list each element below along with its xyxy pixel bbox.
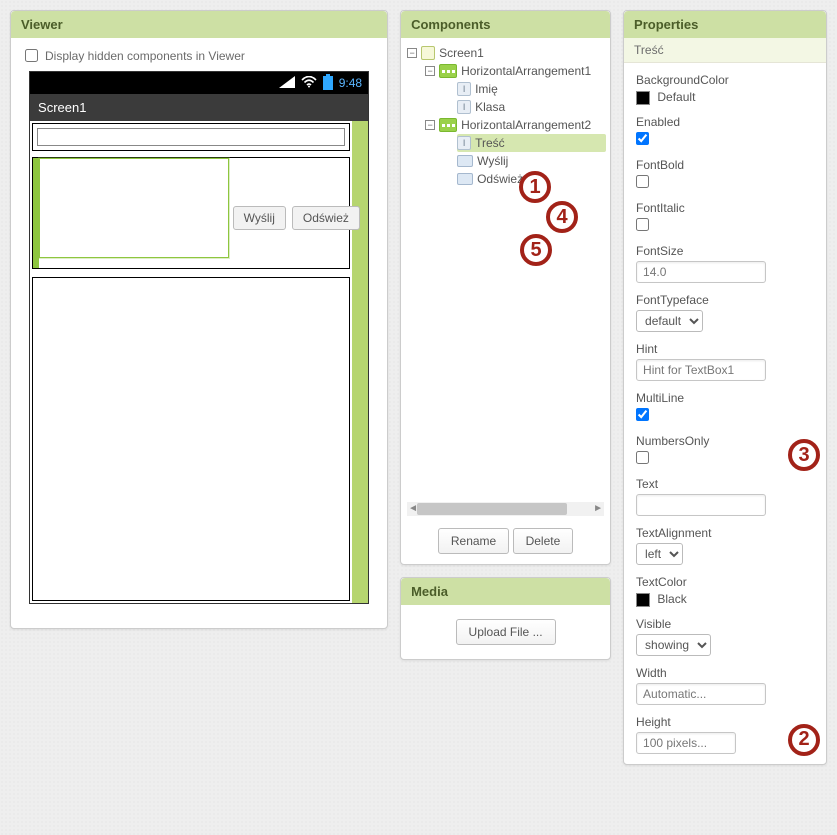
tree-node-wyslij[interactable]: Wyślij bbox=[457, 152, 606, 170]
enabled-checkbox[interactable] bbox=[636, 132, 649, 145]
viewer-header: Viewer bbox=[11, 11, 387, 38]
prop-visible: Visible showing bbox=[636, 617, 814, 656]
imie-input-preview[interactable] bbox=[37, 128, 345, 146]
prop-backgroundcolor[interactable]: BackgroundColor Default bbox=[636, 73, 814, 105]
prop-multiline: MultiLine bbox=[636, 391, 814, 424]
fontsize-input[interactable] bbox=[636, 261, 766, 283]
tree-node-imie[interactable]: I Imię bbox=[457, 80, 606, 98]
battery-icon bbox=[323, 76, 333, 90]
expander-icon[interactable]: − bbox=[425, 66, 435, 76]
prop-enabled: Enabled bbox=[636, 115, 814, 148]
expander-icon[interactable]: − bbox=[425, 120, 435, 130]
prop-numbersonly: NumbersOnly bbox=[636, 434, 814, 467]
tresc-textbox-preview[interactable] bbox=[39, 158, 229, 258]
media-panel: Media Upload File ... bbox=[400, 577, 611, 660]
textalignment-select[interactable]: left bbox=[636, 543, 683, 565]
display-hidden-label[interactable]: Display hidden components in Viewer bbox=[21, 46, 245, 65]
tree-node-screen[interactable]: − Screen1 bbox=[407, 44, 606, 62]
prop-textcolor[interactable]: TextColor Black bbox=[636, 575, 814, 607]
prop-text: Text bbox=[636, 477, 814, 516]
tree-node-ha1[interactable]: − HorizontalArrangement1 bbox=[425, 62, 606, 80]
visible-select[interactable]: showing bbox=[636, 634, 711, 656]
phone-content: Wyślij Odśwież bbox=[30, 121, 368, 603]
tree-node-odswiez[interactable]: Odśwież bbox=[457, 170, 606, 188]
refresh-button-preview[interactable]: Odśwież bbox=[292, 206, 360, 230]
statusbar: 9:48 bbox=[30, 72, 368, 94]
prop-textalignment: TextAlignment left bbox=[636, 526, 814, 565]
color-swatch-icon bbox=[636, 91, 650, 105]
tree-node-klasa[interactable]: I Klasa bbox=[457, 98, 606, 116]
textbox-icon: I bbox=[457, 136, 471, 150]
ha1-preview[interactable] bbox=[32, 123, 350, 151]
button-icon bbox=[457, 173, 473, 185]
horizontal-arrangement-icon bbox=[439, 118, 457, 132]
screen-outline bbox=[32, 277, 350, 601]
horizontal-arrangement-icon bbox=[439, 64, 457, 78]
scroll-thumb[interactable] bbox=[417, 503, 567, 515]
screen-titlebar: Screen1 bbox=[30, 94, 368, 121]
send-button-preview[interactable]: Wyślij bbox=[233, 206, 286, 230]
numbersonly-checkbox[interactable] bbox=[636, 451, 649, 464]
properties-selected: Treść bbox=[624, 38, 826, 63]
tree-node-tresc[interactable]: I Treść bbox=[457, 134, 606, 152]
width-input[interactable] bbox=[636, 683, 766, 705]
display-hidden-checkbox[interactable] bbox=[25, 49, 38, 62]
scroll-right-icon[interactable]: ► bbox=[592, 502, 604, 516]
prop-fontitalic: FontItalic bbox=[636, 201, 814, 234]
tree-horizontal-scrollbar[interactable]: ◄ ► bbox=[407, 502, 604, 516]
textbox-icon: I bbox=[457, 100, 471, 114]
phone-preview: 9:48 Screen1 Wyślij Odśwież bbox=[29, 71, 369, 604]
delete-button[interactable]: Delete bbox=[513, 528, 574, 554]
properties-panel: Properties Treść BackgroundColor Default… bbox=[623, 10, 827, 765]
clock: 9:48 bbox=[339, 76, 362, 90]
prop-hint: Hint bbox=[636, 342, 814, 381]
text-input[interactable] bbox=[636, 494, 766, 516]
hint-input[interactable] bbox=[636, 359, 766, 381]
prop-width: Width bbox=[636, 666, 814, 705]
textbox-icon: I bbox=[457, 82, 471, 96]
fontbold-checkbox[interactable] bbox=[636, 175, 649, 188]
tree-node-ha2[interactable]: − HorizontalArrangement2 bbox=[425, 116, 606, 134]
component-tree: − Screen1 − HorizontalArrangement1 I Imi… bbox=[401, 38, 610, 498]
fonttypeface-select[interactable]: default bbox=[636, 310, 703, 332]
media-header: Media bbox=[401, 578, 610, 605]
ha2-preview[interactable]: Wyślij Odśwież bbox=[32, 157, 350, 269]
expander-icon[interactable]: − bbox=[407, 48, 417, 58]
screen-icon bbox=[421, 46, 435, 60]
button-icon bbox=[457, 155, 473, 167]
callout-4: 4 bbox=[546, 201, 578, 233]
components-panel: Components − Screen1 − HorizontalArrange… bbox=[400, 10, 611, 565]
wifi-icon bbox=[301, 76, 317, 91]
prop-fontsize: FontSize bbox=[636, 244, 814, 283]
rename-button[interactable]: Rename bbox=[438, 528, 509, 554]
prop-fontbold: FontBold bbox=[636, 158, 814, 191]
upload-file-button[interactable]: Upload File ... bbox=[456, 619, 556, 645]
height-input[interactable] bbox=[636, 732, 736, 754]
properties-header: Properties bbox=[624, 11, 826, 38]
prop-height: Height bbox=[636, 715, 814, 754]
color-swatch-icon bbox=[636, 593, 650, 607]
fontitalic-checkbox[interactable] bbox=[636, 218, 649, 231]
callout-5: 5 bbox=[520, 234, 552, 266]
components-header: Components bbox=[401, 11, 610, 38]
signal-icon bbox=[279, 76, 295, 91]
viewer-panel: Viewer Display hidden components in View… bbox=[10, 10, 388, 629]
multiline-checkbox[interactable] bbox=[636, 408, 649, 421]
prop-fonttypeface: FontTypeface default bbox=[636, 293, 814, 332]
